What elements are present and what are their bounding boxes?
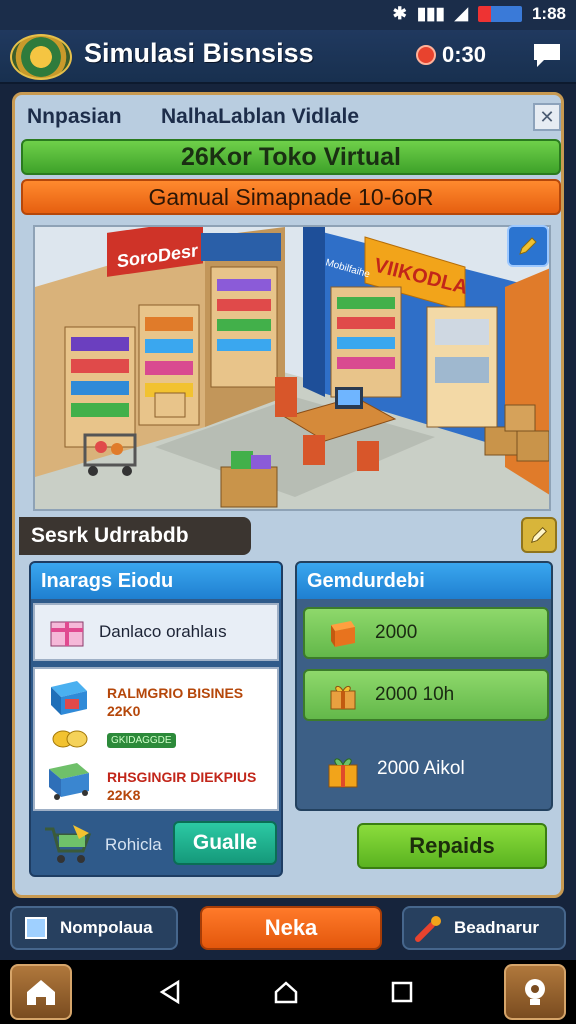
reward-item[interactable]: 2000 [303,607,549,659]
business-item-value: 22K8 [107,787,141,803]
close-button[interactable]: ✕ [533,103,561,131]
tab-right[interactable]: NalhaLablan Vidlale [161,105,359,129]
inventory-card-header: Inarags Eiodu [31,563,281,599]
business-emblem-icon [10,34,72,80]
gift-icon [330,685,356,710]
repaids-button[interactable]: Repaids [357,823,547,869]
business-item-title: RHSGINGIR DIEKPIUS [107,769,257,785]
lightbulb-icon [525,979,545,1005]
shopping-cart-icon [45,825,92,863]
rewards-card-header: Gemdurdebi [297,563,551,599]
inventory-card: Inarags Eiodu Danlaco orahlaıs RALMGRIO … [29,561,283,877]
nav-left-button[interactable]: Nompolaua [10,906,178,950]
nav-right-label: Beadnarur [454,918,540,937]
store-scene[interactable]: SoroDesr VIIKODLA Mobilfaihe [33,225,551,511]
gualle-button[interactable]: Gualle [173,821,277,865]
signal-icon: ▮▮▮ [416,4,445,23]
store-title-banner: 26Kor Toko Virtual [21,139,561,175]
section-edit-button[interactable] [521,517,557,553]
business-item-value: 22K0 [107,703,141,719]
reward-item[interactable]: 2000 10h [303,669,549,721]
pencil-icon [530,527,547,544]
orange-box-icon [331,621,355,647]
vehicle-row: Rohicla Gualle [33,817,279,873]
clock-icon [416,45,436,65]
inventory-item[interactable]: Danlaco orahlaıs [33,603,279,661]
status-bar: ✱ ▮▮▮ ◢ 1:88 [0,0,576,30]
house-icon [27,980,55,1005]
business-tag: GKIDAGGDE [107,733,176,748]
document-icon [25,917,47,939]
game-bottom-nav: Nompolaua Neka Beadnarur [0,900,576,956]
main-panel: Nnpasian NalhaLablan Vidlale ✕ 26Kor Tok… [12,92,564,898]
nav-left-label: Nompolaua [60,918,153,937]
wifi-icon: ◢ [454,4,468,23]
chat-icon[interactable] [530,40,564,70]
help-button[interactable] [504,964,566,1020]
store-box-icon [51,681,87,715]
vehicle-label: Rohicla [105,835,162,854]
battery-icon [477,6,522,22]
status-time: 1:88 [531,4,566,23]
pencil-icon [519,237,537,255]
reward-item[interactable]: 2000 Aikol [303,743,549,795]
system-home-icon[interactable] [272,978,300,1006]
simulation-banner: Gamual Simapnade 10-6oR [21,179,561,215]
timer: 0:30 [416,42,486,68]
machine-box-icon [49,763,89,800]
section-title: Sesrk Udrrabdb [19,517,251,555]
app-title: Simulasi Bisnsiss [84,38,314,68]
back-icon[interactable] [156,978,184,1006]
bluetooth-icon: ✱ [392,4,407,23]
scene-edit-button[interactable] [507,225,549,267]
close-icon: ✕ [539,106,555,127]
wrench-icon [415,916,441,942]
recents-icon[interactable] [388,978,416,1006]
reward-value: 2000 Aikol [377,758,465,779]
gift-box-icon [50,621,84,647]
rewards-card: Gemdurdebi 2000 2000 10h 2000 Aikol [295,561,553,811]
inventory-item-label: Danlaco orahlaıs [99,622,227,641]
tab-left[interactable]: Nnpasian [27,105,122,129]
store-illustration: SoroDesr VIIKODLA Mobilfaihe [35,227,549,509]
home-button[interactable] [10,964,72,1020]
panel-tabs: Nnpasian NalhaLablan Vidlale [23,101,553,137]
reward-value: 2000 [375,622,418,643]
coin-icon [52,730,88,748]
nav-right-button[interactable]: Beadnarur [402,906,566,950]
system-nav-bar [0,960,576,1024]
timer-value: 0:30 [442,42,487,67]
reward-value: 2000 10h [375,684,455,705]
gift-icon [328,758,358,788]
app-header: Simulasi Bisnsiss 0:30 [0,30,576,84]
business-item-title: RALMGRIO BISINES [107,685,244,701]
nav-middle-button[interactable]: Neka [200,906,382,950]
business-list: RALMGRIO BISINES 22K0 GKIDAGGDE RHSGINGI… [33,667,279,811]
